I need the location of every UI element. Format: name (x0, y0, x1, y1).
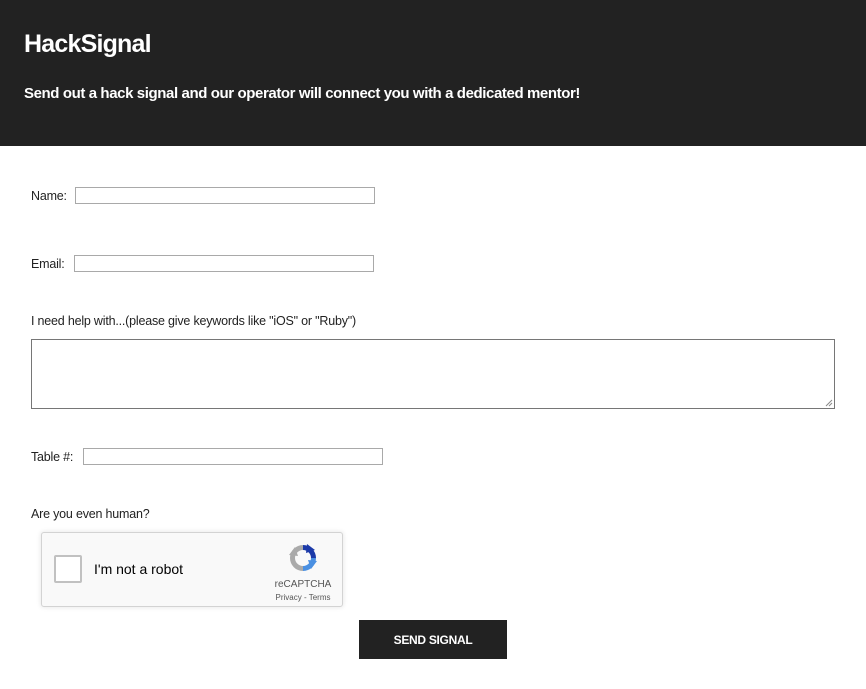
human-label: Are you even human? (31, 507, 150, 521)
app-title: HackSignal (24, 30, 152, 58)
email-label: Email: (31, 257, 65, 271)
privacy-link[interactable]: Privacy (276, 593, 302, 602)
email-input[interactable] (74, 255, 374, 272)
resize-grip-icon[interactable] (825, 399, 833, 407)
name-label: Name: (31, 189, 67, 203)
recaptcha-widget: I'm not a robot reCAPTCHA Privacy - Term… (41, 532, 343, 607)
recaptcha-brand: reCAPTCHA (274, 579, 332, 590)
page-header: HackSignal Send out a hack signal and ou… (0, 0, 866, 146)
send-signal-button[interactable]: SEND SIGNAL (359, 620, 507, 659)
recaptcha-checkbox[interactable] (54, 555, 82, 583)
help-textarea[interactable] (31, 339, 835, 409)
table-number-input[interactable] (83, 448, 383, 465)
terms-link[interactable]: Terms (309, 593, 331, 602)
help-label: I need help with...(please give keywords… (31, 314, 356, 328)
name-input[interactable] (75, 187, 375, 204)
recaptcha-links: Privacy - Terms (268, 593, 338, 602)
recaptcha-checkbox-label: I'm not a robot (94, 561, 184, 577)
table-label: Table #: (31, 450, 74, 464)
app-subtitle: Send out a hack signal and our operator … (24, 85, 581, 102)
recaptcha-logo-icon (289, 544, 317, 571)
links-separator: - (301, 593, 309, 602)
